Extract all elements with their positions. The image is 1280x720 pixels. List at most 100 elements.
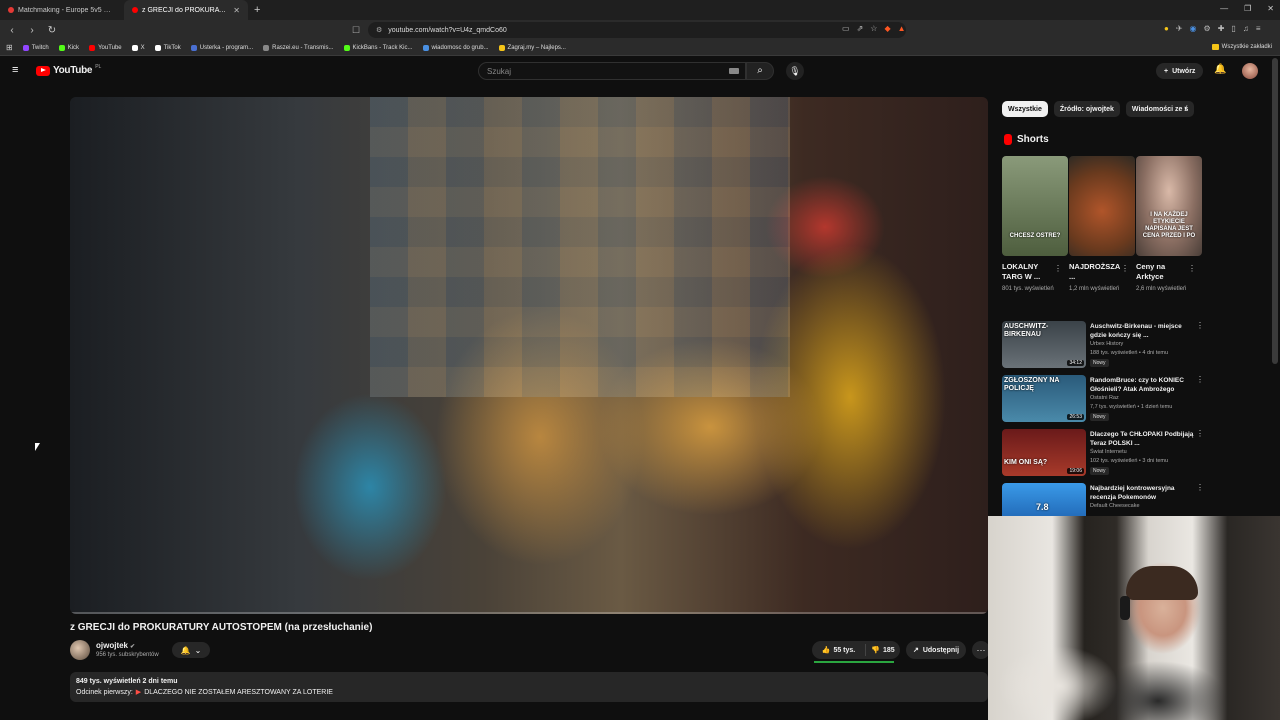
short-thumbnail[interactable]: CHCESZ OSTRE? (1002, 156, 1068, 256)
media-icon[interactable]: ♫ (1243, 24, 1249, 33)
new-tab-icon[interactable]: + (248, 4, 266, 16)
short-item[interactable]: I NA KAŻDEJ ETYKIECIE NAPISANA JEST CENA… (1136, 156, 1202, 293)
video-player[interactable] (70, 97, 988, 614)
extension-icon[interactable]: ● (1164, 24, 1169, 33)
apps-grid-icon[interactable]: ⊞ (6, 43, 13, 52)
short-item[interactable]: CHCESZ OSTRE? LOKALNY TARG W ... 801 tys… (1002, 156, 1068, 293)
more-vertical-icon[interactable]: ⋮ (1196, 429, 1204, 438)
search-icon: ⌕ (757, 65, 763, 76)
bookmark-item[interactable]: X (131, 44, 145, 51)
tab-label: z GRECJI do PROKURATURY A (142, 6, 229, 14)
more-vertical-icon[interactable]: ⋮ (1121, 264, 1129, 273)
extension-icon[interactable]: ◉ (1190, 24, 1197, 33)
cast-icon[interactable]: ▭ (842, 24, 850, 33)
chevron-down-icon: ⌄ (194, 645, 202, 655)
browser-tab-strip: Matchmaking - Europe 5v5 Queue z GRECJI … (0, 0, 1280, 20)
more-vertical-icon[interactable]: ⋮ (1196, 483, 1202, 492)
all-bookmarks[interactable]: Wszystkie zakładki (1211, 44, 1272, 50)
video-thumbnail[interactable]: KIM ONI SĄ? 19:06 (1002, 429, 1086, 476)
recommended-video[interactable]: 7.8 Najbardziej kontrowersyjna recenzja … (1002, 483, 1202, 516)
reload-icon[interactable]: ↻ (46, 25, 58, 36)
bookmark-item[interactable]: Usterka - program... (190, 44, 253, 51)
bookmark-item[interactable]: KickBans - Track Kic... (343, 44, 413, 51)
notifications-bell-icon[interactable]: 🔔 (1214, 64, 1226, 75)
more-vertical-icon[interactable]: ⋮ (1054, 264, 1062, 273)
more-vertical-icon[interactable]: ⋮ (1196, 375, 1204, 384)
bookmark-item[interactable]: TikTok (154, 44, 181, 51)
brave-shield-icon[interactable]: ◆ (884, 24, 890, 33)
channel-name[interactable]: ojwojtek ✔ (96, 641, 135, 650)
like-ratio-fill (814, 661, 894, 663)
kick-icon (58, 44, 65, 51)
browser-tab-youtube[interactable]: z GRECJI do PROKURATURY A ✕ (124, 0, 248, 20)
keyboard-icon[interactable] (729, 68, 739, 74)
channel-avatar[interactable] (70, 640, 90, 660)
subscription-bell-button[interactable]: 🔔 ⌄ (172, 642, 210, 658)
account-avatar[interactable] (1242, 63, 1258, 79)
rewards-icon[interactable]: ▲ (898, 24, 906, 33)
puzzle-icon[interactable]: ✚ (1218, 24, 1225, 33)
hamburger-menu-icon[interactable]: ≡ (12, 65, 22, 76)
extension-icon[interactable]: ✈ (1176, 24, 1183, 33)
restore-icon[interactable]: ❐ (1244, 4, 1251, 13)
search-input[interactable]: Szukaj (478, 62, 746, 80)
chip-source[interactable]: Źródło: ojwojtek (1053, 101, 1120, 117)
back-icon[interactable]: ‹ (6, 25, 18, 36)
description-link[interactable]: DLACZEGO NIE ZOSTAŁEM ARESZTOWANY ZA LOT… (144, 689, 333, 696)
bookmark-item[interactable]: wiadomosc do grub... (422, 44, 489, 51)
menu-icon[interactable]: ≡ (1256, 24, 1261, 33)
recommended-video[interactable]: AUSCHWITZ-BIRKENAU 34:12 Auschwitz-Birke… (1002, 321, 1204, 371)
more-vertical-icon[interactable]: ⋮ (1188, 264, 1196, 273)
forward-icon[interactable]: › (26, 25, 38, 36)
site-info-icon[interactable]: ⚙ (376, 26, 382, 34)
subscriber-count: 956 tys. subskrybentów (96, 652, 159, 658)
close-tab-icon[interactable]: ✕ (233, 6, 240, 15)
star-icon[interactable]: ☆ (870, 24, 877, 33)
close-window-icon[interactable]: ✕ (1267, 4, 1274, 13)
youtube-play-icon (36, 65, 50, 76)
sidebar-icon[interactable]: ▯ (1231, 24, 1235, 33)
recommended-video[interactable]: ZGŁOSZONY NA POLICJĘ 26:53 RandomBruce: … (1002, 375, 1204, 425)
bookmark-item[interactable]: Zagraj.my – Najleps... (498, 44, 566, 51)
chevron-right-icon[interactable]: › (1184, 103, 1187, 113)
video-thumbnail[interactable]: ZGŁOSZONY NA POLICJĘ 26:53 (1002, 375, 1086, 422)
recommended-video[interactable]: KIM ONI SĄ? 19:06 Dlaczego Te CHŁOPAKI P… (1002, 429, 1204, 479)
video-description[interactable]: 849 tys. wyświetleń 2 dni temu Odcinek p… (70, 672, 988, 702)
bookmarks-bar: ⊞ Twitch Kick YouTube X TikTok Usterka -… (0, 40, 1280, 56)
search-button[interactable]: ⌕ (746, 62, 774, 80)
voice-search-button[interactable]: 🎙 (786, 62, 804, 80)
video-title: z GRECJI do PROKURATURY AUTOSTOPEM (na p… (70, 622, 373, 633)
chip-all[interactable]: Wszystkie (1002, 101, 1048, 117)
bookmark-star-icon[interactable]: ☐ (352, 25, 360, 36)
bookmark-item[interactable]: Raszei.eu - Transmis... (263, 44, 334, 51)
more-vertical-icon[interactable]: ⋮ (1196, 321, 1204, 330)
video-thumbnail[interactable]: AUSCHWITZ-BIRKENAU 34:12 (1002, 321, 1086, 368)
bookmark-item[interactable]: Kick (58, 44, 79, 51)
browser-toolbar: ‹ › ↻ ☐ ⚙ youtube.com/watch?v=U4z_qmdCo6… (0, 20, 1280, 40)
share-button[interactable]: ↗ Udostępnij (906, 641, 966, 659)
tab-label: Matchmaking - Europe 5v5 Queue (18, 6, 116, 14)
short-item[interactable]: NAJDROŻSZA ... 1,2 mln wyświetleń ⋮ (1069, 156, 1135, 293)
tab-favicon-icon (132, 7, 138, 13)
youtube-icon (89, 44, 96, 51)
address-bar[interactable]: ☐ ⚙ youtube.com/watch?v=U4z_qmdCo60 (352, 22, 906, 38)
youtube-header: ≡ YouTube PL Szukaj ⌕ 🎙 + Utwórz 🔔 (0, 56, 1280, 86)
views-and-date: 849 tys. wyświetleń 2 dni temu (76, 678, 178, 685)
short-thumbnail[interactable]: I NA KAŻDEJ ETYKIECIE NAPISANA JEST CENA… (1136, 156, 1202, 256)
browser-tab-matchmaking[interactable]: Matchmaking - Europe 5v5 Queue (0, 0, 124, 20)
share-page-icon[interactable]: ⇗ (857, 24, 864, 33)
video-progress-bar[interactable] (70, 612, 988, 614)
bookmark-item[interactable]: YouTube (89, 44, 122, 51)
bookmark-item[interactable]: Twitch (22, 44, 49, 51)
shorts-header: Shorts (1004, 134, 1049, 145)
video-thumbnail[interactable]: 7.8 (1002, 483, 1086, 516)
youtube-logo[interactable]: YouTube PL (36, 64, 101, 76)
page-scrollbar[interactable] (1272, 58, 1278, 364)
verified-icon: ✔ (130, 644, 136, 650)
extension-icon[interactable]: ⚙ (1204, 24, 1211, 33)
short-thumbnail[interactable] (1069, 156, 1135, 256)
minimize-icon[interactable]: — (1220, 4, 1228, 13)
like-button[interactable]: 👍 55 tys. (812, 644, 866, 656)
create-button[interactable]: + Utwórz (1156, 63, 1204, 79)
dislike-button[interactable]: 👎 185 (866, 646, 900, 655)
